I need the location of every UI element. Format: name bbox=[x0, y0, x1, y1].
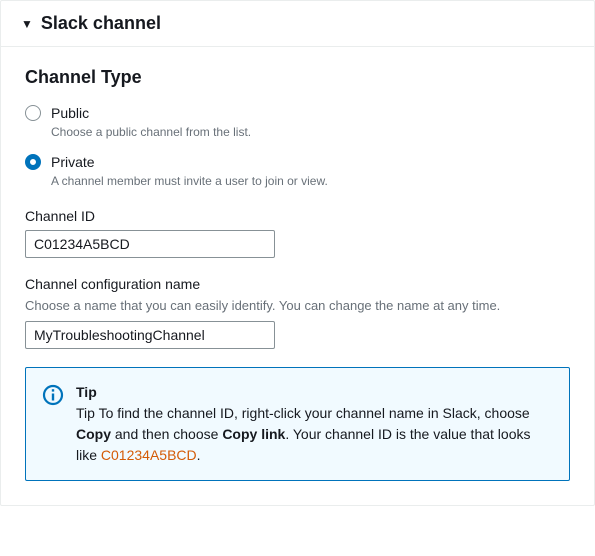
channel-id-label: Channel ID bbox=[25, 208, 570, 224]
info-icon bbox=[42, 384, 64, 409]
radio-public-text: Public Choose a public channel from the … bbox=[51, 104, 251, 141]
channel-id-input[interactable] bbox=[25, 230, 275, 258]
panel-title: Slack channel bbox=[41, 13, 161, 34]
radio-private-label: Private bbox=[51, 153, 328, 171]
tip-title: Tip bbox=[76, 382, 553, 403]
panel-header[interactable]: ▼ Slack channel bbox=[1, 1, 594, 47]
tip-content: Tip Tip To find the channel ID, right-cl… bbox=[76, 382, 553, 466]
radio-private-circle bbox=[25, 154, 41, 170]
config-name-field: Channel configuration name Choose a name… bbox=[25, 276, 570, 349]
slack-channel-panel: ▼ Slack channel Channel Type Public Choo… bbox=[0, 0, 595, 506]
radio-private-desc: A channel member must invite a user to j… bbox=[51, 173, 328, 190]
config-name-label: Channel configuration name bbox=[25, 276, 570, 292]
config-name-input[interactable] bbox=[25, 321, 275, 349]
radio-public-label: Public bbox=[51, 104, 251, 122]
radio-public-desc: Choose a public channel from the list. bbox=[51, 124, 251, 141]
radio-private-text: Private A channel member must invite a u… bbox=[51, 153, 328, 190]
collapse-caret-icon: ▼ bbox=[21, 17, 33, 31]
tip-text: Tip To find the channel ID, right-click … bbox=[76, 405, 531, 463]
channel-id-field: Channel ID bbox=[25, 208, 570, 258]
tip-example-id: C01234A5BCD bbox=[101, 447, 197, 463]
channel-type-radio-group: Public Choose a public channel from the … bbox=[25, 104, 570, 190]
radio-private[interactable]: Private A channel member must invite a u… bbox=[25, 153, 570, 190]
config-name-helper: Choose a name that you can easily identi… bbox=[25, 298, 570, 313]
tip-box: Tip Tip To find the channel ID, right-cl… bbox=[25, 367, 570, 481]
panel-body: Channel Type Public Choose a public chan… bbox=[1, 47, 594, 505]
radio-public-circle bbox=[25, 105, 41, 121]
channel-type-heading: Channel Type bbox=[25, 67, 570, 88]
radio-public[interactable]: Public Choose a public channel from the … bbox=[25, 104, 570, 141]
